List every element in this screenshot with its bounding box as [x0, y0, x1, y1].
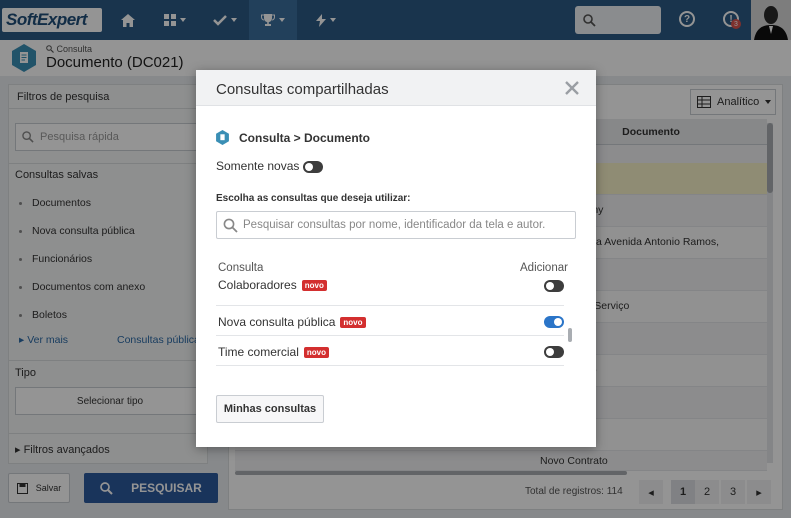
- dialog-breadcrumb: Consulta > Documento: [216, 130, 370, 145]
- queries-search-input[interactable]: Pesquisar consultas por nome, identifica…: [216, 211, 576, 239]
- queries-list: Colaboradores novo Nova consulta pública n…: [216, 276, 568, 368]
- query-name: Colaboradores: [218, 278, 297, 292]
- add-query-toggle[interactable]: [544, 346, 564, 358]
- document-hexagon-icon: [216, 130, 229, 145]
- only-new-toggle[interactable]: [303, 161, 323, 173]
- dialog-header: Consultas compartilhadas: [196, 70, 596, 106]
- new-badge: novo: [303, 346, 330, 358]
- choose-queries-label: Escolha as consultas que deseja utilizar…: [216, 193, 411, 204]
- query-name: Time comercial: [218, 345, 299, 359]
- search-icon: [223, 218, 238, 233]
- list-scrollbar[interactable]: [568, 328, 572, 342]
- dialog-title: Consultas compartilhadas: [216, 81, 389, 98]
- column-add: Adicionar: [520, 262, 568, 274]
- new-badge: novo: [340, 316, 366, 328]
- list-item: Nova consulta pública novo: [216, 306, 564, 336]
- add-query-toggle[interactable]: [544, 280, 564, 292]
- query-name: Nova consulta pública: [218, 315, 336, 329]
- new-badge: novo: [301, 279, 327, 291]
- add-query-toggle[interactable]: [544, 316, 564, 328]
- my-queries-button[interactable]: Minhas consultas: [216, 395, 324, 423]
- column-query: Consulta: [218, 262, 264, 274]
- list-item: Time comercial novo: [216, 336, 564, 366]
- list-item: Colaboradores novo: [216, 276, 564, 306]
- only-new-label: Somente novas: [216, 159, 300, 173]
- shared-queries-dialog: Consultas compartilhadas Consulta > Docu…: [196, 70, 596, 447]
- close-icon[interactable]: [562, 78, 582, 98]
